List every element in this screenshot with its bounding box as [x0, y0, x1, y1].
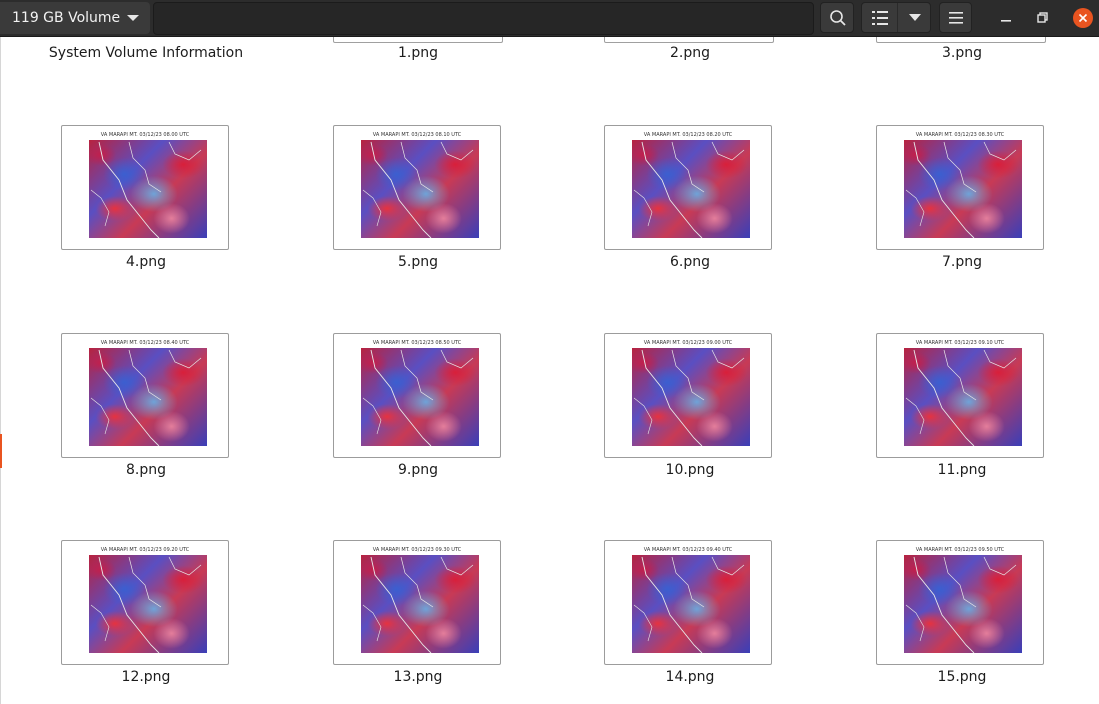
file-label[interactable]: 15.png [826, 669, 1098, 685]
file-label[interactable]: 5.png [282, 254, 554, 270]
file-label[interactable]: 8.png [10, 462, 282, 478]
hamburger-menu-icon [949, 12, 963, 24]
file-label[interactable]: 10.png [554, 462, 826, 478]
thumbnail-caption: VA MARAPI MT. 03/12/23 09.20 UTC [100, 547, 190, 553]
chevron-down-icon [909, 14, 921, 21]
file-thumbnail[interactable]: VA MARAPI MT. 03/12/23 09.30 UTC [333, 540, 501, 665]
satellite-image-preview [904, 348, 1022, 446]
search-icon [830, 10, 846, 26]
thumbnail-caption: VA MARAPI MT. 03/12/23 08.10 UTC [372, 132, 462, 138]
file-thumbnail[interactable]: VA MARAPI MT. 03/12/23 08.20 UTC [604, 125, 772, 250]
file-thumbnail[interactable]: VA MARAPI MT. 03/12/23 09.10 UTC [876, 333, 1044, 458]
file-label[interactable]: 13.png [282, 669, 554, 685]
file-label-system-volume-information[interactable]: System Volume Information [10, 45, 282, 61]
file-label[interactable]: 4.png [10, 254, 282, 270]
close-icon[interactable] [1073, 8, 1093, 28]
thumbnail-caption: VA MARAPI MT. 03/12/23 09.00 UTC [643, 340, 733, 346]
file-label[interactable]: 9.png [282, 462, 554, 478]
scroll-indicator [0, 434, 2, 468]
satellite-image-preview [361, 555, 479, 653]
file-thumbnail[interactable]: VA MARAPI MT. 03/12/23 09.00 UTC [604, 333, 772, 458]
satellite-image-preview [89, 140, 207, 238]
restore-icon[interactable] [1033, 8, 1053, 28]
thumbnail-caption: VA MARAPI MT. 03/12/23 09.40 UTC [643, 547, 733, 553]
satellite-image-preview [89, 555, 207, 653]
thumbnail-caption: VA MARAPI MT. 03/12/23 09.10 UTC [915, 340, 1005, 346]
thumbnail-caption: VA MARAPI MT. 03/12/23 08.00 UTC [100, 132, 190, 138]
satellite-image-preview [632, 348, 750, 446]
location-button[interactable]: 119 GB Volume [0, 2, 150, 34]
satellite-image-preview [904, 555, 1022, 653]
main-menu-button[interactable] [939, 2, 972, 33]
file-thumbnail[interactable]: VA MARAPI MT. 03/12/23 08.40 UTC [61, 333, 229, 458]
file-label[interactable]: 12.png [10, 669, 282, 685]
thumbnail-caption: VA MARAPI MT. 03/12/23 08.40 UTC [100, 340, 190, 346]
satellite-image-preview [904, 140, 1022, 238]
file-label[interactable]: 7.png [826, 254, 1098, 270]
thumbnail-caption: VA MARAPI MT. 03/12/23 08.30 UTC [915, 132, 1005, 138]
satellite-image-preview [632, 140, 750, 238]
file-thumbnail[interactable]: VA MARAPI MT. 03/12/23 08.30 UTC [876, 125, 1044, 250]
search-button[interactable] [820, 2, 854, 33]
file-label-1[interactable]: 1.png [282, 45, 554, 61]
file-thumbnail[interactable]: VA MARAPI MT. 03/12/23 08.50 UTC [333, 333, 501, 458]
satellite-image-preview [89, 348, 207, 446]
file-label-3[interactable]: 3.png [826, 45, 1098, 61]
file-label-2[interactable]: 2.png [554, 45, 826, 61]
satellite-image-preview [361, 140, 479, 238]
thumbnail-caption: VA MARAPI MT. 03/12/23 08.50 UTC [372, 340, 462, 346]
list-view-icon [872, 11, 888, 25]
file-label[interactable]: 14.png [554, 669, 826, 685]
file-label[interactable]: 11.png [826, 462, 1098, 478]
minimize-icon[interactable] [996, 8, 1016, 28]
satellite-image-preview [361, 348, 479, 446]
view-toggle-group [861, 2, 931, 33]
location-dropdown-icon [127, 15, 139, 21]
path-bar[interactable] [153, 2, 814, 35]
thumbnail-caption: VA MARAPI MT. 03/12/23 08.20 UTC [643, 132, 733, 138]
sidebar-edge [0, 37, 1, 704]
file-thumbnail[interactable]: VA MARAPI MT. 03/12/23 09.20 UTC [61, 540, 229, 665]
view-options-button[interactable] [897, 3, 932, 32]
satellite-image-preview [632, 555, 750, 653]
location-label: 119 GB Volume [12, 10, 121, 26]
file-label[interactable]: 6.png [554, 254, 826, 270]
list-view-button[interactable] [862, 3, 897, 32]
thumbnail-caption: VA MARAPI MT. 03/12/23 09.30 UTC [372, 547, 462, 553]
thumbnail-2-partial[interactable] [604, 37, 774, 43]
header-bar: 119 GB Volume [0, 0, 1099, 37]
file-thumbnail[interactable]: VA MARAPI MT. 03/12/23 08.00 UTC [61, 125, 229, 250]
file-thumbnail[interactable]: VA MARAPI MT. 03/12/23 08.10 UTC [333, 125, 501, 250]
thumbnail-caption: VA MARAPI MT. 03/12/23 09.50 UTC [915, 547, 1005, 553]
file-thumbnail[interactable]: VA MARAPI MT. 03/12/23 09.40 UTC [604, 540, 772, 665]
thumbnail-1-partial[interactable] [333, 37, 503, 43]
file-thumbnail[interactable]: VA MARAPI MT. 03/12/23 09.50 UTC [876, 540, 1044, 665]
thumbnail-3-partial[interactable] [876, 37, 1046, 43]
